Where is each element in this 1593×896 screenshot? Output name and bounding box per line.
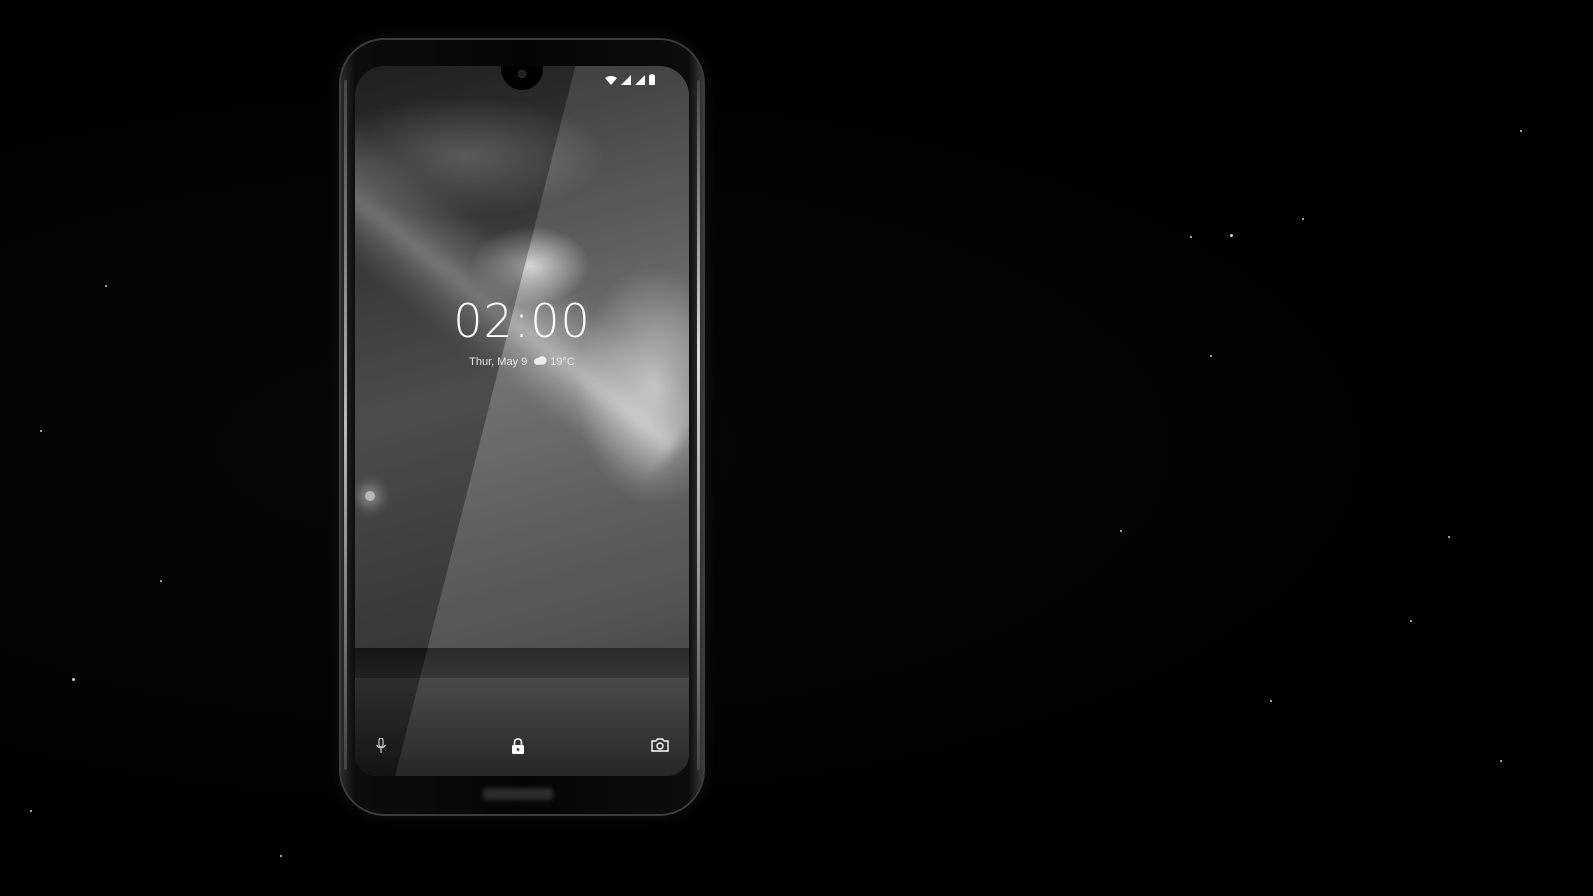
lockscreen-clock: 02:00 (453, 294, 591, 348)
star (1270, 700, 1272, 702)
phone-frame-right (697, 80, 700, 770)
lock-icon[interactable] (511, 738, 525, 759)
star (72, 678, 75, 681)
star (105, 285, 107, 287)
star (40, 430, 42, 432)
phone-frame-left (344, 80, 347, 770)
star (1520, 130, 1522, 132)
lock-screen[interactable]: 02:00 Thur, May 9 19°C (355, 66, 689, 776)
status-bar (605, 74, 655, 85)
star (1210, 355, 1212, 357)
smartphone: 02:00 Thur, May 9 19°C (341, 40, 703, 814)
star (1230, 234, 1233, 237)
lockscreen-date: Thur, May 9 (469, 356, 528, 368)
temperature: 19°C (550, 356, 575, 368)
star (1302, 218, 1304, 220)
wifi-icon (605, 75, 617, 85)
star (30, 810, 32, 812)
date-weather-line: Thur, May 9 19°C (355, 356, 689, 368)
signal-icon (621, 75, 631, 85)
product-stage: 02:00 Thur, May 9 19°C (0, 0, 1593, 896)
star (1410, 620, 1412, 622)
cloud-icon (533, 356, 547, 368)
star (160, 580, 162, 582)
star (1448, 536, 1450, 538)
battery-icon (649, 74, 655, 85)
front-camera-icon (518, 70, 526, 78)
star (1120, 530, 1122, 532)
star (1500, 760, 1502, 762)
weather-info: 19°C (533, 356, 575, 368)
signal-icon (635, 75, 645, 85)
microphone-icon[interactable] (375, 737, 387, 759)
brand-logo (483, 788, 553, 800)
star (1190, 236, 1192, 238)
camera-icon[interactable] (651, 738, 669, 757)
star (280, 855, 282, 857)
